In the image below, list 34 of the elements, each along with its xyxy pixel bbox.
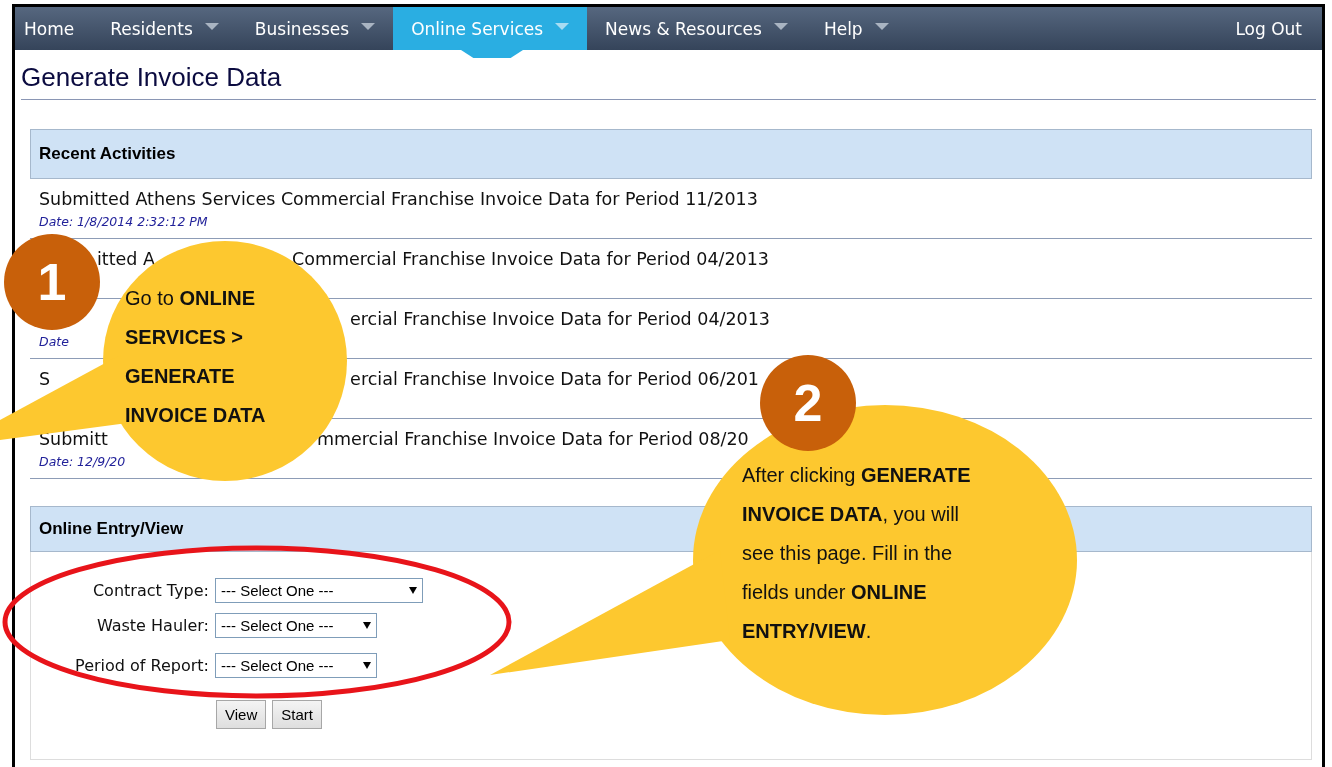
field-label: Waste Hauler: (95, 616, 210, 635)
callout-text: Go to ONLINE SERVICES > GENERATE INVOICE DATA (125, 286, 267, 428)
dropdown-arrow-icon (363, 622, 371, 629)
activity-date: Date: 12/9/20 (39, 454, 126, 469)
field-label: Period of Report: (74, 656, 210, 675)
section-header: Recent Activities (30, 129, 1312, 179)
dropdown-arrow-icon (409, 587, 417, 594)
form-button[interactable]: View (216, 700, 267, 729)
callout-text: After clicking GENERATE INVOICE DATA, you will see this page. Fill in the fields under ONLINE ENTRY/VIEW. (742, 463, 972, 644)
logout-link[interactable]: Log Out (1235, 7, 1322, 50)
nav-tab[interactable]: Residents (92, 7, 237, 50)
activity-text: mmercial Franchise Invoice Data for Period 08/20 (316, 429, 749, 451)
dropdown-arrow-icon (363, 662, 371, 669)
step-number: 2 (760, 355, 856, 451)
field-label: Contract Type: (91, 581, 210, 600)
tab-pointer (461, 50, 523, 58)
select-dropdown[interactable]: --- Select One --- (215, 613, 377, 638)
activity-text: ercial Franchise Invoice Data for Period 04/2013 (350, 309, 770, 331)
nav-tab[interactable]: Businesses (236, 7, 394, 50)
select-dropdown[interactable]: --- Select One --- (215, 653, 377, 678)
select-dropdown[interactable]: --- Select One --- (215, 578, 423, 603)
nav-tab[interactable]: Home (15, 7, 93, 50)
page-title: Generate Invoice Data (21, 62, 1316, 100)
activity-text: Submitted Athens Services Commercial Franchise Invoice Data for Period 11/2013 (39, 189, 758, 211)
activity-text: Submitt (39, 429, 108, 451)
nav-tab[interactable]: News & Resources (587, 7, 806, 50)
activity-text: S (39, 369, 51, 391)
activity-date: Date: 1/8/2014 2:32:12 PM (39, 214, 208, 229)
activity-text: Commercial Franchise Invoice Data for Period 04/2013 (292, 249, 769, 271)
form-button[interactable]: Start (272, 700, 322, 729)
nav-tab[interactable]: Help (805, 7, 907, 50)
activity-text: ercial Franchise Invoice Data for Period 06/201 (350, 369, 759, 391)
activity-text: itted A (97, 249, 155, 271)
activity-date: Date (39, 334, 69, 349)
